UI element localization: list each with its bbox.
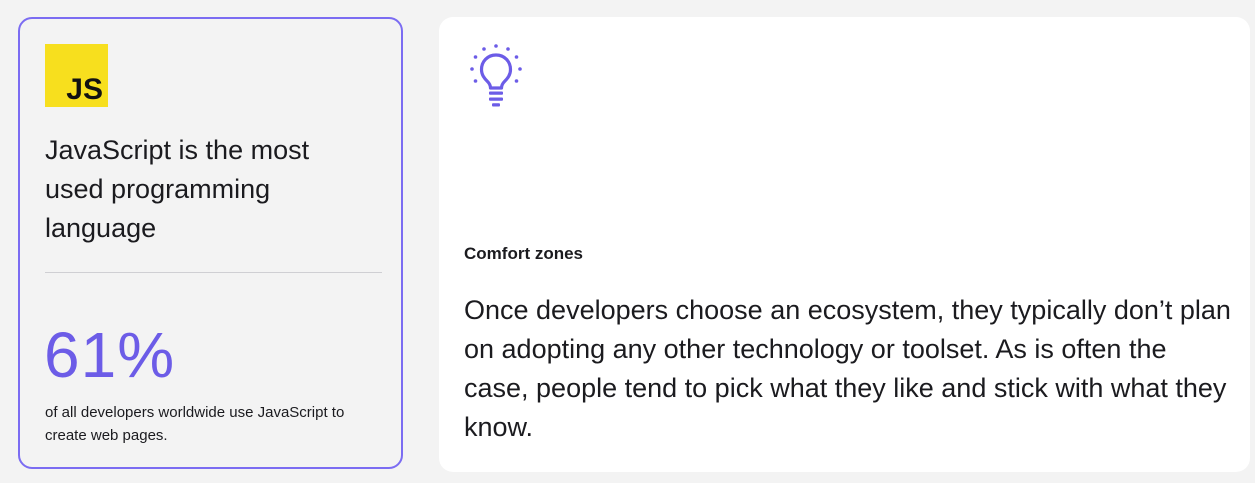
comfort-zones-card: Comfort zones Once developers choose an … xyxy=(439,17,1250,472)
javascript-logo: JS xyxy=(45,44,108,107)
lightbulb-icon xyxy=(470,44,522,107)
javascript-logo-text: JS xyxy=(66,73,103,106)
javascript-stat-card: JS JavaScript is the most used programmi… xyxy=(18,17,403,469)
stat-headline: JavaScript is the most used programming … xyxy=(45,135,310,243)
divider xyxy=(45,272,382,273)
stat-caption: of all developers worldwide use JavaScri… xyxy=(45,404,345,444)
stat-percentage: 61% xyxy=(44,319,176,391)
insight-body-text: Once developers choose an ecosystem, the… xyxy=(464,295,1231,442)
section-title: Comfort zones xyxy=(464,244,583,263)
